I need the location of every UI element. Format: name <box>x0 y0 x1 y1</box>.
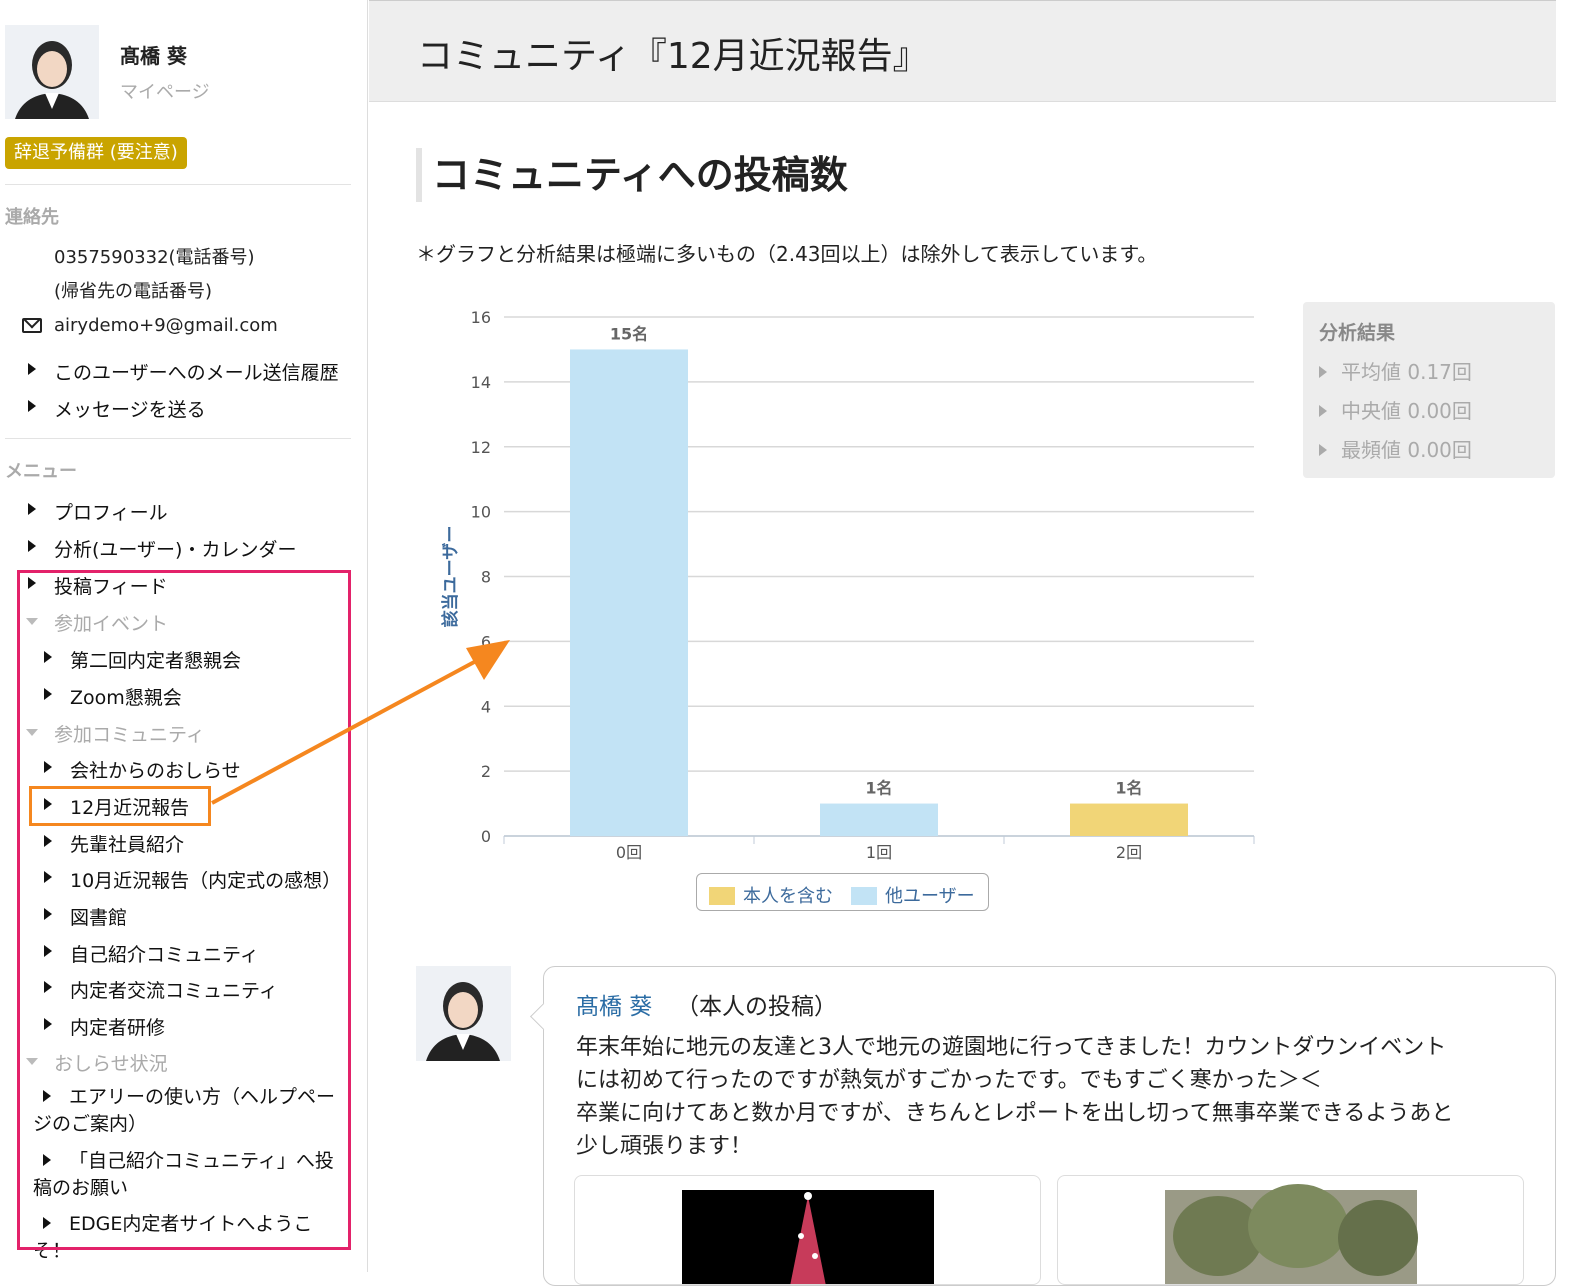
y-tick-label: 12 <box>471 438 491 457</box>
user-name: 髙橋 葵 <box>120 44 187 68</box>
chart-legend: 本人を含む 他ユーザー <box>696 873 989 911</box>
caret-right-icon <box>44 981 52 993</box>
post-author-link[interactable]: 髙橋 葵 <box>576 987 652 1021</box>
y-axis-title: 該当ユーザー <box>440 526 461 628</box>
caret-right-icon <box>44 1018 52 1030</box>
post-card: 髙橋 葵 （本人の投稿） 年末年始に地元の友達と3人で地元の遊園地に行ってきまし… <box>543 966 1556 1286</box>
user-avatar[interactable] <box>5 25 99 119</box>
y-tick-label: 8 <box>481 568 491 587</box>
menu-heading: メニュー <box>5 461 77 482</box>
y-tick-label: 2 <box>481 762 491 781</box>
legend-item-self[interactable]: 本人を含む <box>709 882 833 908</box>
divider <box>5 184 351 185</box>
graph-note: ＊グラフと分析結果は極端に多いもの（2.43回以上）は除外して表示しています。 <box>416 242 1158 266</box>
post-image[interactable] <box>1057 1175 1524 1285</box>
caret-right-icon <box>44 651 52 663</box>
caret-down-icon <box>26 729 38 736</box>
y-tick-label: 0 <box>481 827 491 846</box>
legend-swatch <box>709 887 735 905</box>
caret-right-icon <box>28 540 36 552</box>
mean-stat: 平均値 0.17回 <box>1319 356 1472 385</box>
caret-right-icon <box>44 761 52 773</box>
caret-right-icon <box>1319 405 1327 417</box>
legend-swatch <box>851 887 877 905</box>
notice-item[interactable]: 「自己紹介コミュニティ」へ投稿のお願い <box>33 1148 343 1202</box>
caret-right-icon <box>44 945 52 957</box>
sidebar: 髙橋 葵 マイページ 辞退予備群 (要注意) 連絡先 0357590332(電話… <box>0 0 368 1272</box>
caret-right-icon <box>44 798 52 810</box>
caret-right-icon <box>1319 366 1327 378</box>
caret-right-icon <box>28 503 36 515</box>
post-body: 年末年始に地元の友達と3人で地元の遊園地に行ってきました！カウントダウンイベント… <box>576 1035 1454 1159</box>
bar <box>1070 803 1188 836</box>
data-label: 15名 <box>610 324 648 343</box>
legend-item-others[interactable]: 他ユーザー <box>851 882 975 908</box>
caret-right-icon <box>1319 444 1327 456</box>
caret-right-icon <box>44 688 52 700</box>
caret-right-icon <box>28 577 36 589</box>
bar-chart: 0 2 4 6 8 10 12 14 16 0回 15名 1回 1名 2回 1名 該当ユーザー <box>416 300 1276 874</box>
caret-right-icon <box>28 363 36 375</box>
mode-stat: 最頻値 0.00回 <box>1319 434 1472 463</box>
median-stat: 中央値 0.00回 <box>1319 395 1472 424</box>
page-title: コミュニティ『12月近況報告』 <box>417 36 929 77</box>
mypage-link[interactable]: マイページ <box>120 78 210 104</box>
caret-right-icon <box>44 871 52 883</box>
caret-down-icon <box>26 618 38 625</box>
bar <box>570 349 688 836</box>
analysis-title: 分析結果 <box>1319 322 1396 344</box>
status-badge: 辞退予備群 (要注意) <box>5 137 187 169</box>
caret-right-icon <box>44 835 52 847</box>
email-address[interactable]: airydemo+9@gmail.com <box>54 315 278 336</box>
data-label: 1名 <box>1115 779 1142 798</box>
post-author-avatar[interactable] <box>416 966 511 1061</box>
analysis-panel: 分析結果 平均値 0.17回 中央値 0.00回 最頻値 0.00回 <box>1303 302 1555 478</box>
y-tick-label: 4 <box>481 697 491 716</box>
post-own-tag: （本人の投稿） <box>676 994 837 1020</box>
home-phone-number: (帰省先の電話番号) <box>54 281 213 302</box>
caret-right-icon <box>43 1090 51 1102</box>
y-tick-label: 16 <box>471 308 491 327</box>
divider <box>5 438 351 439</box>
y-tick-label: 6 <box>481 632 491 651</box>
caret-right-icon <box>28 400 36 412</box>
data-label: 1名 <box>865 779 892 798</box>
x-tick-label: 0回 <box>616 843 642 862</box>
x-tick-label: 2回 <box>1116 843 1142 862</box>
caret-right-icon <box>43 1154 51 1166</box>
title-bar: コミュニティ『12月近況報告』 <box>369 0 1556 102</box>
caret-right-icon <box>43 1217 51 1229</box>
x-tick-label: 1回 <box>866 843 892 862</box>
phone-number: 0357590332(電話番号) <box>54 247 255 268</box>
caret-right-icon <box>44 908 52 920</box>
notice-item[interactable]: EDGE内定者サイトへようこそ！ <box>33 1211 343 1265</box>
mail-icon <box>22 318 42 333</box>
y-tick-label: 10 <box>471 503 491 522</box>
y-tick-label: 14 <box>471 373 491 392</box>
notice-item[interactable]: エアリーの使い方（ヘルプページのご案内） <box>33 1084 343 1138</box>
post-image[interactable] <box>574 1175 1041 1285</box>
caret-down-icon <box>26 1058 38 1065</box>
bar <box>820 803 938 836</box>
section-heading: コミュニティへの投稿数 <box>416 148 848 202</box>
contact-heading: 連絡先 <box>5 207 59 228</box>
